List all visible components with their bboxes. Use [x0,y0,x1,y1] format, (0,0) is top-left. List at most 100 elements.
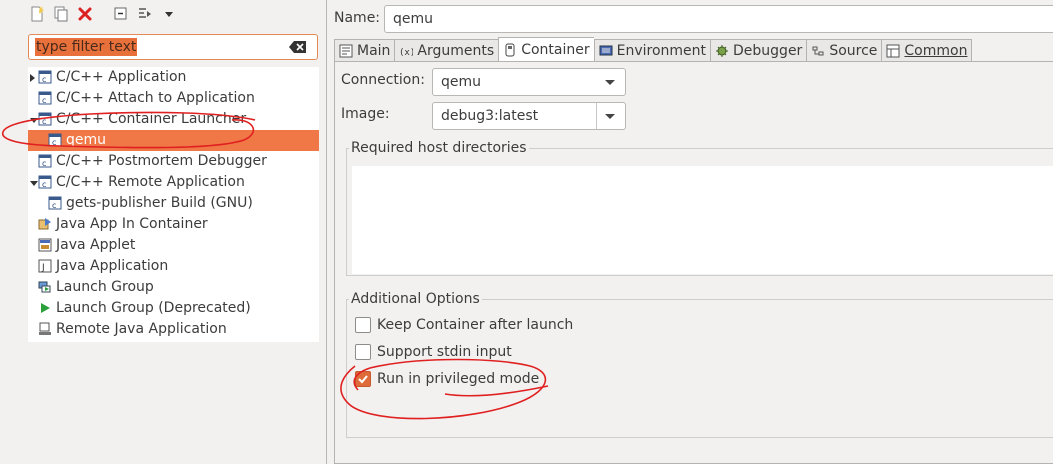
clear-filter-icon[interactable] [289,40,307,58]
common-icon [886,44,900,58]
checkbox-checked[interactable] [355,371,371,387]
tab-label: Environment [616,42,707,59]
cdt-config-icon: c [48,133,62,147]
tab-environment[interactable]: Environment [593,39,711,61]
expanded-arrow-icon[interactable] [30,118,38,123]
config-tree: c C/C++ Application c C/C++ Attach to Appli… [28,67,319,342]
chevron-down-icon[interactable] [605,114,615,119]
options-title: Additional Options [349,290,482,308]
connection-label: Connection: [341,72,425,88]
image-combo[interactable]: debug3:latest [432,102,626,130]
tree-item-label: Launch Group [56,279,154,295]
java-container-icon [38,217,52,231]
config-tabs: Main (x) Arguments Container Environment Debu… [334,37,973,61]
host-dirs-title: Required host directories [349,139,529,157]
tree-item-label: gets-publisher Build (GNU) [66,195,253,211]
tab-debugger[interactable]: Debugger [710,39,807,61]
svg-text:(x): (x) [399,48,413,58]
tree-item-label: C/C++ Application [56,69,187,85]
tree-item-label: C/C++ Attach to Application [56,90,255,106]
tree-item-c-c-attach-to-application[interactable]: c C/C++ Attach to Application [28,88,319,109]
new-config-icon[interactable] [28,5,46,23]
svg-text:c: c [42,159,46,168]
tree-item-remote-java-application[interactable]: Remote Java Application [28,319,319,340]
tree-item-label: qemu [66,132,107,148]
filter-placeholder: type filter text [35,38,138,56]
tab-common[interactable]: Common [881,39,973,61]
tree-item-label: C/C++ Container Launcher [56,111,247,127]
tree-item-gets-publisher-build-gnu[interactable]: c gets-publisher Build (GNU) [28,193,319,214]
launch-config-navigator: type filter text c C/C++ Application c C/C+… [0,0,324,464]
checkbox[interactable] [355,317,371,333]
name-label: Name: [334,10,381,26]
option-label: Support stdin input [377,344,512,360]
sash-divider[interactable] [326,0,327,464]
tab-label: Common [904,42,968,59]
tree-item-c-c-container-launcher[interactable]: c C/C++ Container Launcher [28,109,319,130]
option-support-stdin-input[interactable]: Support stdin input [355,342,512,362]
tree-item-qemu[interactable]: c qemu [28,130,319,151]
svg-text:c: c [42,180,46,189]
tab-source[interactable]: Source [806,39,882,61]
tab-container[interactable]: Container [498,37,594,61]
svg-text:c: c [42,75,46,84]
tree-item-c-c-postmortem-debugger[interactable]: c C/C++ Postmortem Debugger [28,151,319,172]
tree-item-label: Java App In Container [56,216,208,232]
image-value: debug3:latest [441,108,539,124]
tree-item-launch-group[interactable]: Launch Group [28,277,319,298]
container-tab-panel: Connection: qemu Image: debug3:latest Re… [334,61,1053,464]
duplicate-config-icon[interactable] [52,5,70,23]
bug-icon [715,44,729,58]
chevron-down-icon[interactable] [160,5,178,23]
tab-label: Debugger [733,42,803,59]
svg-text:J: J [41,263,45,273]
tab-arguments[interactable]: (x) Arguments [394,39,499,61]
source-icon [811,44,825,58]
tree-item-java-application[interactable]: J Java Application [28,256,319,277]
connection-select[interactable]: qemu [432,68,626,96]
delete-config-icon[interactable] [76,5,94,23]
tree-item-java-applet[interactable]: Java Applet [28,235,319,256]
tab-label: Container [521,41,590,58]
checkbox[interactable] [355,344,371,360]
java-app-icon: J [38,259,52,273]
connection-value: qemu [441,74,482,90]
option-label: Keep Container after launch [377,317,574,333]
cdt-launch-icon: c [38,112,52,126]
option-keep-container-after-launch[interactable]: Keep Container after launch [355,315,573,335]
tab-label: Arguments [417,42,495,59]
collapse-all-icon[interactable] [112,5,130,23]
cdt-launch-icon: c [38,154,52,168]
config-editor: Name: qemu Main (x) Arguments Container Envi… [328,0,1053,464]
tree-item-label: C/C++ Postmortem Debugger [56,153,267,169]
remote-java-icon [38,322,52,336]
tab-main[interactable]: Main [334,39,395,61]
tree-item-launch-group-deprecated[interactable]: Launch Group (Deprecated) [28,298,319,319]
collapsed-arrow-icon[interactable] [30,74,35,82]
tree-item-c-c-remote-application[interactable]: c C/C++ Remote Application [28,172,319,193]
java-applet-icon [38,238,52,252]
cdt-config-icon: c [48,196,62,210]
filter-input[interactable]: type filter text [28,34,318,60]
container-icon [503,43,517,57]
svg-text:c: c [52,201,56,210]
tab-label: Main [357,42,391,59]
tree-item-c-c-application[interactable]: c C/C++ Application [28,67,319,88]
combo-separator [596,103,597,129]
main-tab-icon [339,44,353,58]
tree-item-label: Java Applet [56,237,136,253]
option-run-in-privileged-mode[interactable]: Run in privileged mode [355,369,539,389]
option-label: Run in privileged mode [377,371,540,387]
image-label: Image: [341,106,390,122]
tab-label: Source [829,42,878,59]
svg-text:c: c [42,96,46,105]
name-field[interactable]: qemu [384,5,1053,33]
play-icon [38,301,52,315]
tree-item-java-app-in-container[interactable]: Java App In Container [28,214,319,235]
host-dirs-list[interactable] [352,166,1053,274]
filter-configs-icon[interactable] [136,5,154,23]
cdt-launch-icon: c [38,175,52,189]
tree-item-label: C/C++ Remote Application [56,174,245,190]
expanded-arrow-icon[interactable] [30,181,38,186]
arguments-icon: (x) [399,44,413,58]
